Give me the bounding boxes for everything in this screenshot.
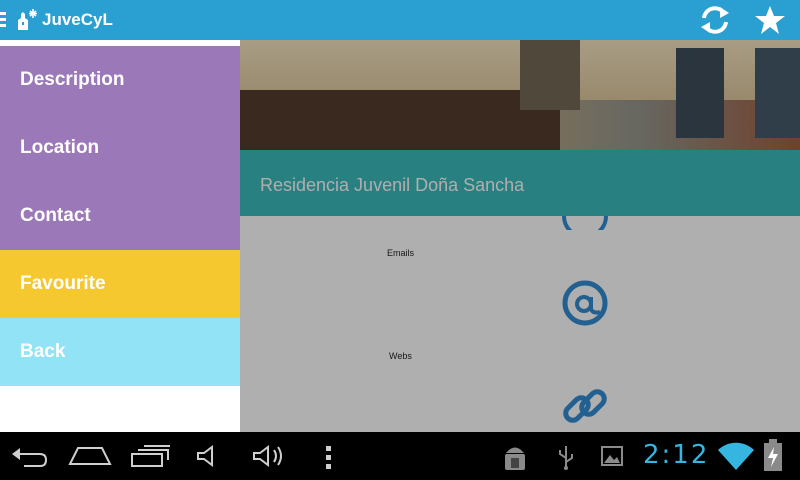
volume-up-icon[interactable]: [252, 444, 288, 468]
image-notification-icon: [601, 446, 623, 466]
volume-down-icon[interactable]: [196, 444, 222, 468]
overflow-menu-icon[interactable]: [324, 444, 334, 470]
detail-view: Residencia Juvenil Doña Sancha Emails We…: [0, 40, 800, 432]
drawer-item-favourite[interactable]: Favourite: [0, 250, 240, 318]
navigation-drawer: Description Location Contact Favourite B…: [0, 40, 240, 432]
home-nav-icon[interactable]: [68, 444, 112, 468]
wifi-icon: [718, 442, 754, 470]
android-debug-icon: [505, 447, 525, 470]
back-nav-icon[interactable]: [10, 444, 48, 468]
app-title: JuveCyL: [42, 10, 113, 29]
drawer-item-location[interactable]: Location: [0, 114, 240, 182]
action-bar: JuveCyL: [0, 0, 800, 40]
drawer-item-back[interactable]: Back: [0, 318, 240, 386]
recent-apps-nav-icon[interactable]: [130, 444, 172, 468]
drawer-item-contact[interactable]: Contact: [0, 182, 240, 250]
refresh-button[interactable]: [697, 2, 733, 38]
battery-charging-icon: [764, 439, 782, 471]
clock: 2:12: [643, 440, 710, 470]
drawer-item-description[interactable]: Description: [0, 46, 240, 114]
star-icon: [755, 6, 785, 34]
drawer-toggle-icon[interactable]: [0, 12, 6, 28]
favourite-star-button[interactable]: [752, 2, 788, 38]
usb-icon: [559, 446, 573, 470]
refresh-icon: [701, 6, 729, 34]
app-logo-icon: [18, 9, 37, 30]
